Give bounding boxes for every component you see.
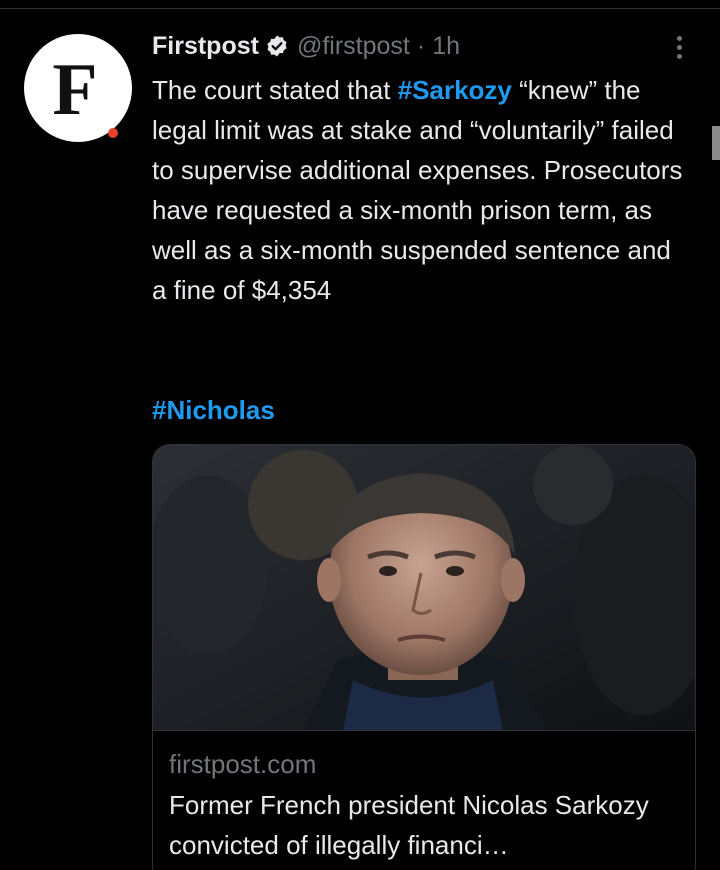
- avatar-logo-dot: [108, 128, 118, 138]
- card-domain: firstpost.com: [169, 749, 317, 779]
- verified-badge-icon: [265, 34, 289, 58]
- tweet-timestamp[interactable]: 1h: [432, 32, 460, 61]
- link-preview-card[interactable]: firstpost.com Former French president Ni…: [152, 444, 696, 870]
- avatar-logo-letter: F: [52, 49, 98, 131]
- card-title: Former French president Nicolas Sarkozy …: [169, 790, 649, 860]
- more-options-icon[interactable]: [664, 32, 694, 62]
- tweet-text-start: The court stated that: [152, 75, 398, 105]
- card-image: [153, 445, 695, 731]
- hashtag-sarkozy-link[interactable]: #Sarkozy: [398, 75, 512, 105]
- hashtag-nicholas-link[interactable]: #Nicholas: [152, 390, 275, 430]
- more-dot: [676, 53, 682, 59]
- header-separator: ·: [416, 31, 426, 60]
- user-handle[interactable]: @firstpost: [297, 32, 410, 61]
- tweet-header: Firstpost @firstpost · 1h: [152, 28, 460, 64]
- top-divider: [0, 8, 720, 9]
- more-dot: [676, 44, 682, 50]
- avatar[interactable]: F: [24, 34, 132, 142]
- tweet-text-rest: “knew” the legal limit was at stake and …: [152, 75, 683, 305]
- tweet-text: The court stated that #Sarkozy “knew” th…: [152, 70, 692, 310]
- more-dot: [676, 35, 682, 41]
- display-name[interactable]: Firstpost: [152, 32, 259, 61]
- scrollbar-thumb[interactable]: [712, 126, 720, 160]
